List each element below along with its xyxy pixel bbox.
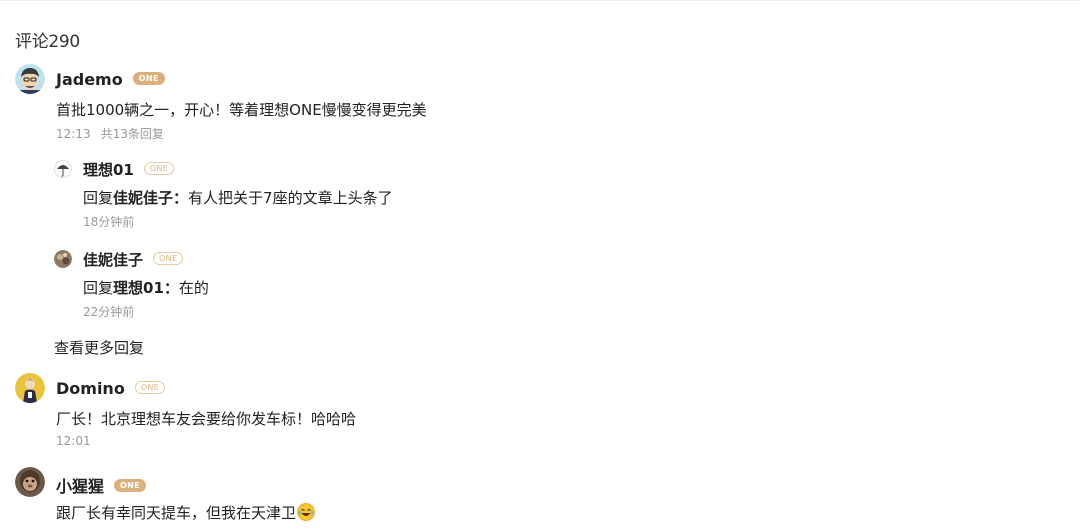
reply-body: 在的 bbox=[178, 279, 209, 297]
reply-author[interactable]: 理想01 ONE bbox=[83, 159, 175, 180]
comment-author[interactable]: 小猩猩 ONE bbox=[56, 473, 146, 497]
reply-body: 有人把关于7座的文章上头条了 bbox=[188, 189, 393, 207]
comment-time: 12:01 bbox=[56, 434, 91, 448]
reply-time: 22分钟前 bbox=[83, 305, 135, 319]
reply-text: 回复佳妮佳子：有人把关于7座的文章上头条了 bbox=[83, 187, 393, 208]
umbrella-avatar-icon[interactable] bbox=[54, 160, 72, 178]
view-more-replies-link[interactable]: 查看更多回复 bbox=[54, 337, 144, 358]
reply-count-link[interactable]: 共13条回复 bbox=[101, 127, 164, 141]
reply-time: 18分钟前 bbox=[83, 215, 135, 229]
comment-author[interactable]: Domino ONE bbox=[56, 379, 166, 398]
reply-author[interactable]: 佳妮佳子 ONE bbox=[83, 249, 184, 270]
one-owner-badge: ONE bbox=[143, 162, 175, 175]
comment-time: 12:13 bbox=[56, 127, 91, 141]
comment-body: 跟厂长有幸同天提车，但我在天津卫 bbox=[56, 504, 297, 522]
comment-text: 厂长！北京理想车友会要给你发车标！哈哈哈 bbox=[56, 410, 357, 428]
reply-to-user[interactable]: 佳妮佳子： bbox=[113, 189, 188, 207]
author-name[interactable]: Jademo bbox=[56, 70, 123, 89]
comment-meta: 12:13 共13条回复 bbox=[56, 125, 164, 142]
author-name[interactable]: Domino bbox=[56, 379, 125, 398]
author-name[interactable]: 佳妮佳子 bbox=[83, 251, 143, 269]
one-owner-badge: ONE bbox=[153, 252, 184, 265]
reply-prefix: 回复 bbox=[83, 189, 114, 207]
one-owner-badge: ONE bbox=[134, 381, 166, 394]
joy-tears-emoji-icon bbox=[297, 503, 315, 521]
comments-count-header: 评论290 bbox=[15, 32, 80, 52]
comment-text: 跟厂长有幸同天提车，但我在天津卫 bbox=[56, 502, 315, 523]
monkey-avatar-icon[interactable] bbox=[15, 467, 45, 497]
cartoon-man-avatar-icon[interactable] bbox=[15, 64, 45, 94]
reply-to-user[interactable]: 理想01： bbox=[113, 279, 179, 297]
comment-text: 首批1000辆之一，开心！等着理想ONE慢慢变得更完美 bbox=[56, 101, 427, 119]
author-name[interactable]: 小猩猩 bbox=[56, 477, 104, 496]
one-owner-badge: ONE bbox=[132, 72, 165, 85]
comments-page: 评论290 Jademo ONE 首批1000辆之一，开心！等着理想ONE慢慢变得… bbox=[0, 0, 1080, 530]
author-name[interactable]: 理想01 bbox=[83, 161, 134, 179]
one-owner-badge: ONE bbox=[114, 479, 146, 492]
comment-meta: 12:01 bbox=[56, 434, 91, 448]
photo-avatar-icon[interactable] bbox=[54, 250, 72, 268]
comment-author[interactable]: Jademo ONE bbox=[56, 70, 165, 89]
reply-prefix: 回复 bbox=[83, 279, 114, 297]
cartoon-figure-avatar-icon[interactable] bbox=[15, 373, 45, 403]
reply-text: 回复理想01：在的 bbox=[83, 277, 209, 298]
